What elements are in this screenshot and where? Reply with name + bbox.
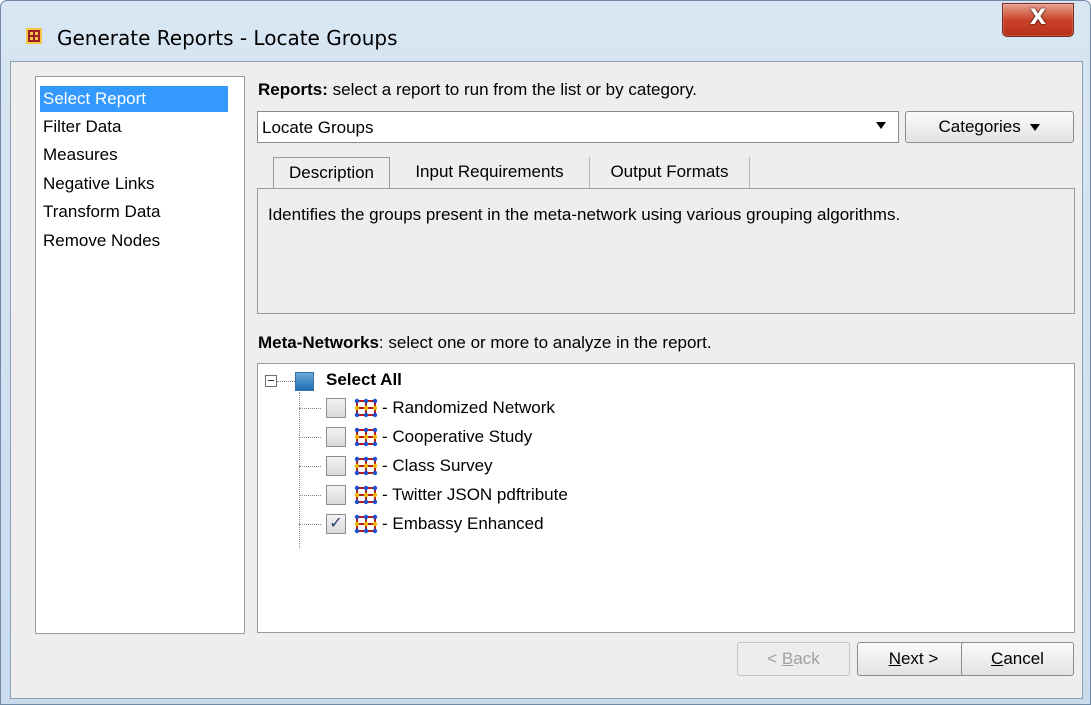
tree-connector [277,381,295,382]
description-panel: Identifies the groups present in the met… [257,188,1075,314]
next-mnemonic: N [888,649,901,668]
tree-branch [299,437,321,438]
meta-networks-heading: Meta-Networks: select one or more to ana… [258,333,712,353]
back-button[interactable]: < Back [737,642,850,676]
cancel-mnemonic: C [991,649,1004,668]
nav-item-measures[interactable]: Measures [40,142,121,168]
meta-network-icon [354,485,378,505]
network-label[interactable]: - Class Survey [382,456,493,476]
categories-button[interactable]: Categories [905,111,1074,143]
network-checkbox[interactable] [326,456,346,476]
title-bar[interactable]: Generate Reports - Locate Groups X [1,1,1090,61]
close-button[interactable]: X [1002,3,1074,37]
reports-heading-text: select a report to run from the list or … [327,80,698,99]
network-checkbox-checked[interactable]: ✓ [326,514,346,534]
cancel-button[interactable]: Cancel [961,642,1074,676]
back-prefix: < [767,649,782,668]
nav-item-negative-links[interactable]: Negative Links [40,171,158,197]
tab-output-formats[interactable]: Output Formats [590,157,750,189]
tab-description[interactable]: Description [273,157,390,189]
reports-heading: Reports: select a report to run from the… [258,80,697,100]
nav-item-filter-data[interactable]: Filter Data [40,114,124,140]
meta-network-icon [354,514,378,534]
network-label[interactable]: - Twitter JSON pdftribute [382,485,568,505]
cancel-label: ancel [1003,649,1044,668]
tree-branch [299,466,321,467]
select-all-checkbox[interactable] [295,372,314,391]
categories-label: Categories [938,117,1021,136]
checkmark-icon: ✓ [329,515,343,532]
report-select[interactable]: Locate Groups [257,111,899,143]
caret-down-icon [1030,124,1041,132]
nav-item-transform-data[interactable]: Transform Data [40,199,163,225]
meta-network-icon [354,427,378,447]
tree-branch [299,524,321,525]
report-select-value: Locate Groups [262,118,374,137]
tree-branch [299,408,321,409]
network-label[interactable]: - Randomized Network [382,398,555,418]
network-label[interactable]: - Cooperative Study [382,427,532,447]
chevron-down-icon[interactable] [876,122,886,129]
meta-network-icon [354,398,378,418]
step-navigation-list[interactable]: Select Report Filter Data Measures Negat… [35,76,245,634]
next-label: ext > [900,649,939,668]
window-title: Generate Reports - Locate Groups [57,26,398,50]
meta-networks-heading-bold: Meta-Networks [258,333,379,352]
network-checkbox[interactable] [326,398,346,418]
select-all-label[interactable]: Select All [326,370,402,390]
collapse-icon[interactable] [265,375,277,387]
close-icon: X [1029,5,1047,29]
network-label[interactable]: - Embassy Enhanced [382,514,544,534]
meta-network-tree[interactable]: Select All - Randomized Network - Cooper… [257,363,1075,633]
meta-network-icon [354,456,378,476]
meta-networks-heading-text: : select one or more to analyze in the r… [378,333,712,352]
tab-input-requirements[interactable]: Input Requirements [390,157,590,189]
tree-branch [299,495,321,496]
network-checkbox[interactable] [326,427,346,447]
back-label: ack [793,649,820,668]
app-network-icon [26,28,42,44]
dialog-content: Select Report Filter Data Measures Negat… [10,61,1083,699]
dialog-window: Generate Reports - Locate Groups X Selec… [0,0,1091,705]
nav-item-remove-nodes[interactable]: Remove Nodes [40,228,163,254]
nav-item-select-report[interactable]: Select Report [40,86,228,112]
back-mnemonic: B [781,649,794,668]
network-checkbox[interactable] [326,485,346,505]
description-text: Identifies the groups present in the met… [268,205,901,224]
reports-heading-bold: Reports: [258,80,328,99]
next-button[interactable]: Next > [857,642,970,676]
